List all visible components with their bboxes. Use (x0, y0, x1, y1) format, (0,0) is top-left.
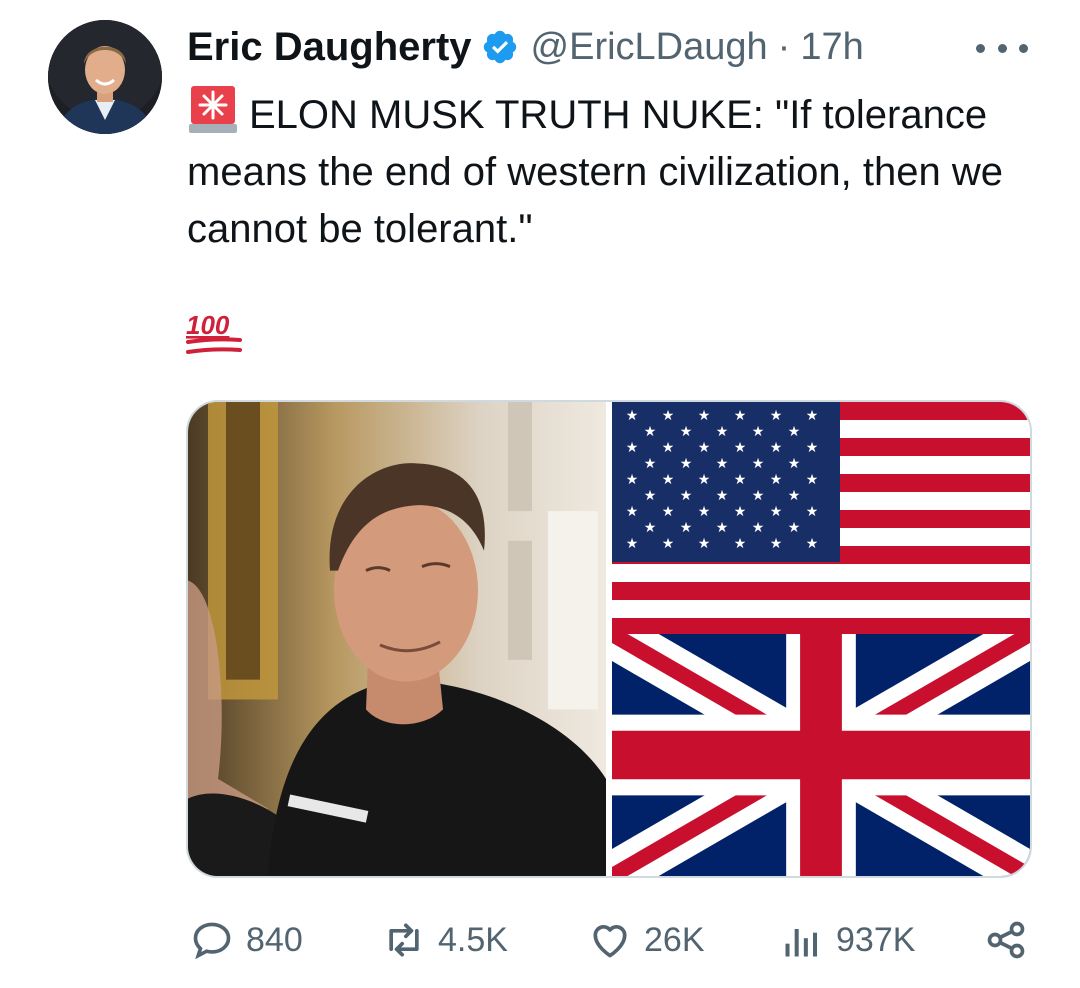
svg-text:★: ★ (788, 488, 801, 504)
verified-badge-icon (483, 30, 516, 64)
svg-text:★: ★ (770, 472, 783, 488)
tweet-media[interactable]: ★ ★ ★ ★ ★ ★ ★ ★ ★ ★ ★ ★ ★ ★ ★ ★ ★ ★ ★ ★ ★ ★ ★ ★ ★ ★ ★ ★ ★ ★ ★ ★ ★ ★… (186, 400, 1032, 878)
svg-text:★: ★ (770, 536, 783, 552)
repost-icon (389, 923, 419, 957)
reply-button[interactable]: 840 (190, 918, 303, 962)
svg-text:★: ★ (644, 488, 657, 504)
svg-text:★: ★ (698, 504, 711, 520)
svg-text:★: ★ (788, 520, 801, 536)
svg-text:★: ★ (752, 488, 765, 504)
svg-text:★: ★ (680, 488, 693, 504)
photo-image[interactable] (188, 402, 606, 876)
tweet-text: ELON MUSK TRUTH NUKE: "If tolerance mean… (187, 84, 1047, 258)
svg-text:★: ★ (734, 472, 747, 488)
svg-text:★: ★ (644, 424, 657, 440)
svg-text:★: ★ (662, 504, 675, 520)
svg-text:★: ★ (698, 536, 711, 552)
repost-button[interactable]: 4.5K (382, 918, 508, 962)
svg-text:★: ★ (698, 408, 711, 424)
reply-count: 840 (246, 920, 303, 959)
views-count: 937K (836, 920, 916, 959)
like-count: 26K (644, 920, 705, 959)
share-button[interactable] (984, 918, 1028, 962)
svg-text:★: ★ (626, 536, 639, 552)
svg-text:★: ★ (662, 472, 675, 488)
avatar[interactable] (48, 20, 162, 134)
svg-text:★: ★ (662, 536, 675, 552)
svg-text:★: ★ (788, 424, 801, 440)
views-button[interactable]: 937K (780, 918, 915, 962)
svg-text:★: ★ (734, 440, 747, 456)
svg-text:★: ★ (806, 440, 819, 456)
svg-text:★: ★ (734, 504, 747, 520)
svg-text:★: ★ (752, 520, 765, 536)
svg-text:★: ★ (626, 504, 639, 520)
police-siren-icon (189, 86, 237, 133)
hundred-points-icon: 100 (186, 312, 242, 354)
svg-text:★: ★ (734, 536, 747, 552)
svg-text:★: ★ (806, 536, 819, 552)
like-button[interactable]: 26K (588, 918, 705, 962)
separator-dot: · (777, 25, 791, 68)
svg-text:★: ★ (698, 440, 711, 456)
svg-text:★: ★ (806, 408, 819, 424)
svg-text:★: ★ (698, 472, 711, 488)
svg-text:★: ★ (680, 456, 693, 472)
tweet-body: ELON MUSK TRUTH NUKE: "If tolerance mean… (187, 93, 1003, 251)
heart-icon (593, 925, 627, 958)
svg-text:★: ★ (716, 488, 729, 504)
svg-text:★: ★ (752, 456, 765, 472)
svg-text:★: ★ (626, 440, 639, 456)
share-icon (987, 921, 1025, 959)
tweet-header: Eric Daugherty @EricLDaugh · 17h (187, 22, 864, 72)
svg-text:★: ★ (662, 440, 675, 456)
svg-text:★: ★ (626, 472, 639, 488)
svg-text:100: 100 (186, 312, 230, 340)
timestamp[interactable]: 17h (800, 26, 863, 69)
author-handle[interactable]: @EricLDaugh (531, 26, 768, 69)
tweet-card[interactable]: Eric Daugherty @EricLDaugh · 17h ELON MU… (0, 0, 1080, 988)
svg-text:★: ★ (626, 408, 639, 424)
repost-count: 4.5K (438, 920, 508, 959)
us-flag-image: ★ ★ ★ ★ ★ ★ ★ ★ ★ ★ ★ ★ ★ ★ ★ ★ ★ ★ ★ ★ ★ ★ ★ ★ ★ ★ ★ ★ ★ ★ ★ ★ ★ ★… (612, 402, 1030, 634)
svg-text:★: ★ (734, 408, 747, 424)
svg-text:★: ★ (644, 520, 657, 536)
svg-text:★: ★ (770, 408, 783, 424)
more-options-icon[interactable] (976, 36, 1028, 60)
uk-flag-image (612, 634, 1030, 876)
author-name[interactable]: Eric Daugherty (187, 25, 472, 70)
svg-text:★: ★ (770, 440, 783, 456)
svg-text:★: ★ (716, 456, 729, 472)
reply-icon (193, 922, 231, 960)
svg-text:★: ★ (770, 504, 783, 520)
svg-text:★: ★ (716, 424, 729, 440)
svg-text:★: ★ (806, 472, 819, 488)
svg-text:★: ★ (662, 408, 675, 424)
flags-image[interactable]: ★ ★ ★ ★ ★ ★ ★ ★ ★ ★ ★ ★ ★ ★ ★ ★ ★ ★ ★ ★ ★ ★ ★ ★ ★ ★ ★ ★ ★ ★ ★ ★ ★ ★… (612, 402, 1030, 876)
svg-text:★: ★ (716, 520, 729, 536)
svg-text:★: ★ (680, 424, 693, 440)
svg-text:★: ★ (644, 456, 657, 472)
svg-text:★: ★ (806, 504, 819, 520)
views-chart-icon (785, 929, 818, 957)
svg-text:★: ★ (680, 520, 693, 536)
svg-text:★: ★ (752, 424, 765, 440)
action-bar: 840 4.5K 26K 937K (190, 912, 1030, 968)
svg-text:★: ★ (788, 456, 801, 472)
